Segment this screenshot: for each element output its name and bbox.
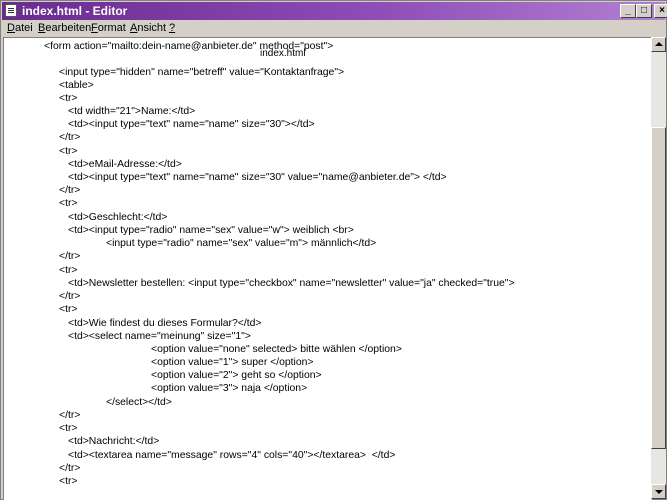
- maximize-button[interactable]: □: [636, 4, 652, 18]
- code-line: <td>Nachricht:</td>: [68, 436, 160, 447]
- editor-window: index.html - Editor _ □ × Datei Bearbeit…: [0, 0, 667, 500]
- code-line: </tr>: [59, 291, 81, 302]
- menu-help[interactable]: ?: [169, 21, 175, 35]
- code-line: </tr>: [59, 463, 81, 474]
- code-line: </tr>: [59, 132, 81, 143]
- title-bar[interactable]: index.html - Editor _ □ ×: [2, 2, 667, 20]
- code-line: <option value="2"> geht so </option>: [151, 370, 322, 381]
- code-line: <table>: [59, 80, 94, 91]
- arrow-down-icon: [655, 490, 663, 494]
- code-line: <form action="mailto:dein-name@anbieter.…: [44, 41, 334, 52]
- code-line: <tr>: [59, 304, 78, 315]
- vertical-scrollbar[interactable]: [651, 37, 666, 499]
- code-line: <td><textarea name="message" rows="4" co…: [68, 450, 396, 461]
- code-line: <option value="1"> super </option>: [151, 357, 314, 368]
- code-line: </tr>: [59, 185, 81, 196]
- code-line: </select></td>: [106, 397, 172, 408]
- code-line: <td><input type="text" name="name" size=…: [68, 172, 447, 183]
- code-line: <td>Wie findest du dieses Formular?</td>: [68, 318, 262, 329]
- code-line: <tr>: [59, 146, 78, 157]
- code-line: <td width="21">Name:</td>: [68, 106, 196, 117]
- code-line: <td><select name="meinung" size="1">: [68, 331, 251, 342]
- code-line: <tr>: [59, 93, 78, 104]
- text-editor-area[interactable]: index.html <form action="mailto:dein-nam…: [3, 37, 652, 500]
- code-line: <option value="none" selected> bitte wäh…: [151, 344, 402, 355]
- code-line: <tr>: [59, 423, 78, 434]
- code-line: <tr>: [59, 476, 78, 487]
- code-line: <td>Geschlecht:</td>: [68, 212, 168, 223]
- menu-bar: Datei Bearbeiten Format Ansicht ?: [2, 20, 665, 37]
- menu-format[interactable]: Format: [91, 21, 126, 35]
- code-line: <td><input type="text" name="name" size=…: [68, 119, 315, 130]
- code-line: <input type="radio" name="sex" value="m"…: [106, 238, 377, 249]
- scroll-down-button[interactable]: [651, 484, 666, 499]
- scrollbar-thumb[interactable]: [651, 127, 666, 449]
- code-line: <tr>: [59, 198, 78, 209]
- menu-datei[interactable]: Datei: [7, 21, 33, 35]
- code-line: </tr>: [59, 251, 81, 262]
- menu-ansicht[interactable]: Ansicht: [130, 21, 166, 35]
- code-line: <td>Newsletter bestellen: <input type="c…: [68, 278, 515, 289]
- code-line: <td><input type="radio" name="sex" value…: [68, 225, 354, 236]
- minimize-button[interactable]: _: [620, 4, 636, 18]
- scroll-up-button[interactable]: [651, 37, 666, 52]
- menu-bearbeiten[interactable]: Bearbeiten: [38, 21, 91, 35]
- arrow-up-icon: [655, 42, 663, 46]
- code-line: </tr>: [59, 410, 81, 421]
- notepad-icon[interactable]: [5, 4, 17, 17]
- code-line: <option value="3"> naja </option>: [151, 383, 308, 394]
- window-title: index.html - Editor: [22, 4, 128, 18]
- code-line: <td>eMail-Adresse:</td>: [68, 159, 182, 170]
- code-line: <tr>: [59, 265, 78, 276]
- code-line: <input type="hidden" name="betreff" valu…: [59, 67, 345, 78]
- close-button[interactable]: ×: [654, 4, 667, 18]
